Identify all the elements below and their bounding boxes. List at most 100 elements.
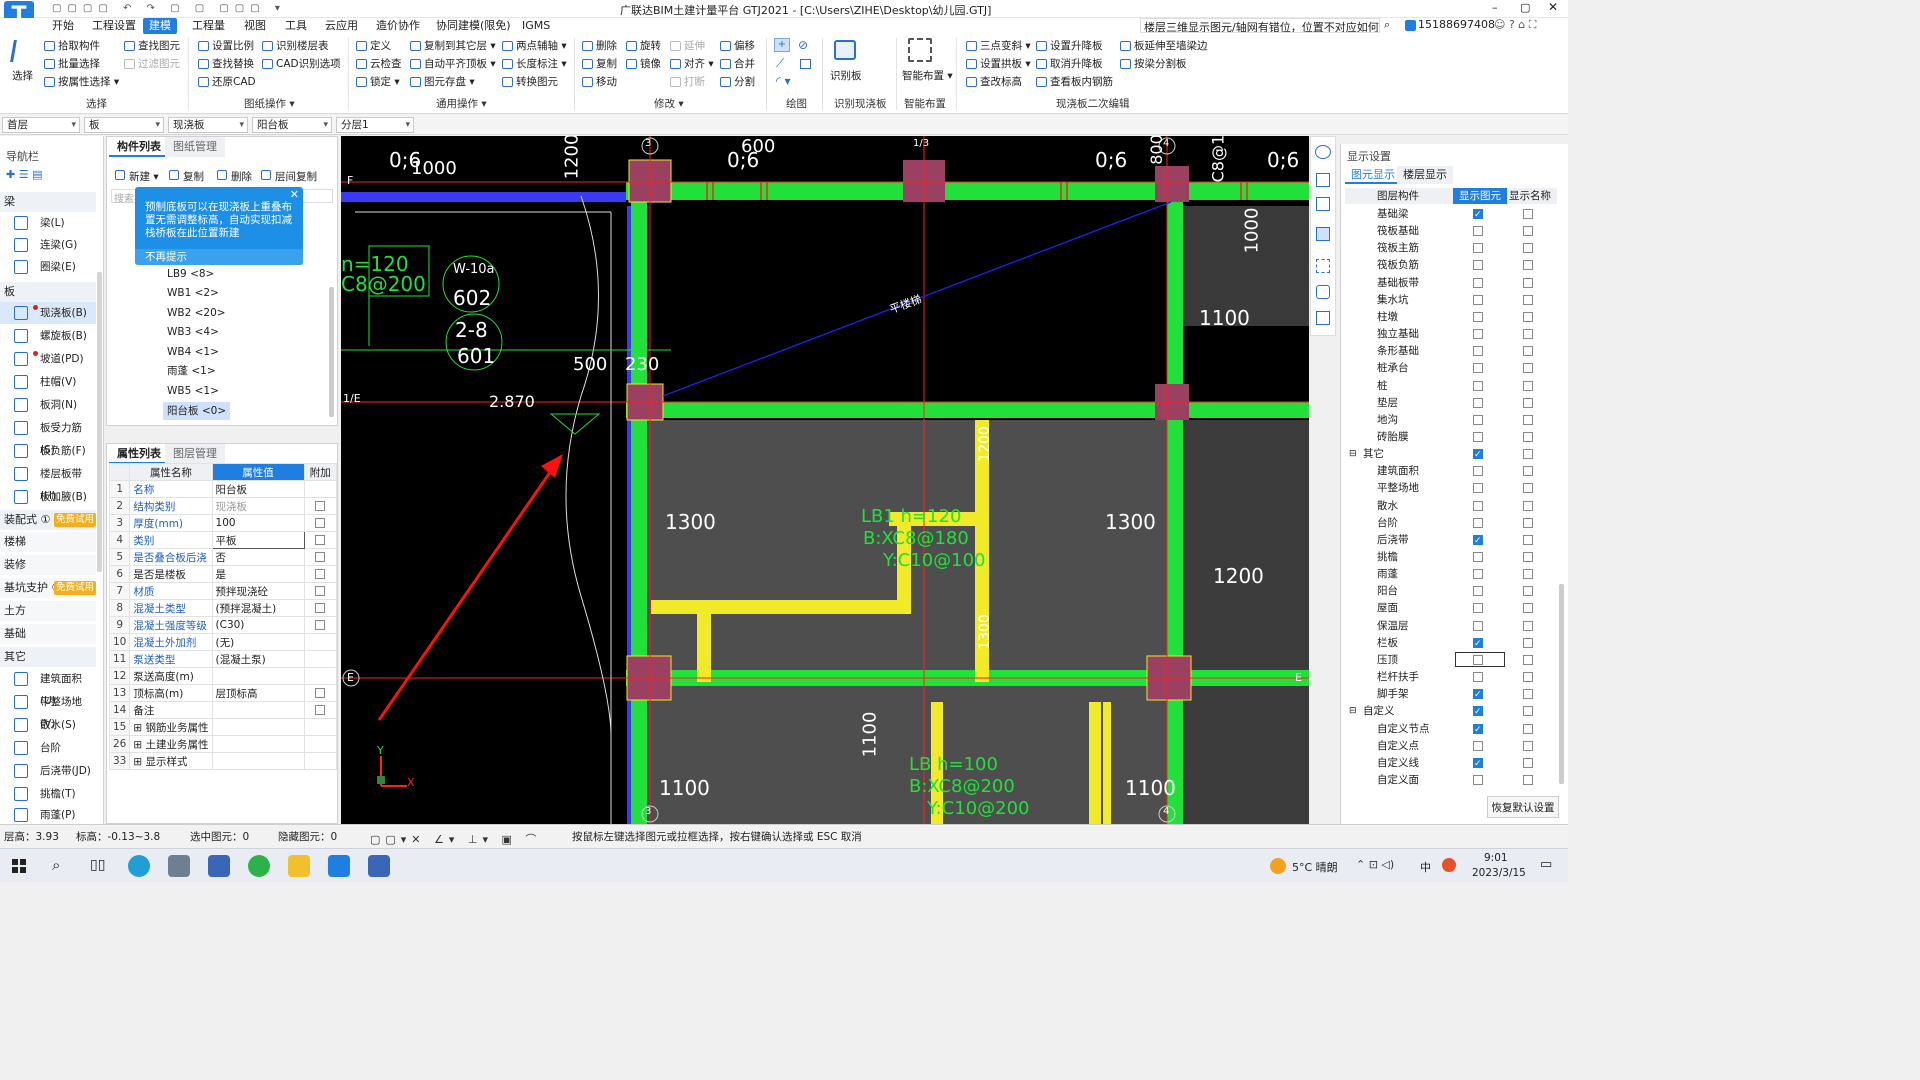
show-name-checkbox[interactable] bbox=[1523, 689, 1533, 700]
show-element-checkbox[interactable] bbox=[1473, 500, 1483, 511]
floor-select[interactable]: 首层 bbox=[2, 117, 80, 133]
nav-item-neg-rebar[interactable]: 板负筋(F) bbox=[0, 440, 96, 462]
attach-checkbox[interactable] bbox=[315, 705, 326, 715]
attach-checkbox[interactable] bbox=[315, 518, 326, 528]
table-row[interactable]: 33 ⊞ 显示样式 bbox=[108, 752, 338, 770]
list-item[interactable]: WB1 <2> bbox=[163, 284, 223, 302]
find-element-button[interactable]: 查找图元 bbox=[124, 38, 180, 54]
lock-button[interactable]: 锁定 ▾ bbox=[356, 74, 400, 90]
cad-options-button[interactable]: CAD识别选项 bbox=[262, 56, 341, 72]
beam[interactable] bbox=[1167, 182, 1183, 824]
list-item-selected[interactable]: 阳台板 <0> bbox=[163, 402, 231, 420]
align-button[interactable]: 对齐 ▾ bbox=[670, 56, 714, 72]
show-element-checkbox[interactable] bbox=[1473, 277, 1483, 288]
table-row[interactable]: 14 备注 bbox=[108, 701, 338, 719]
display-row[interactable]: 条形基础 bbox=[1345, 343, 1555, 360]
trial-badge[interactable]: 免费试用 bbox=[54, 581, 96, 595]
help-question[interactable]: 楼层三维显示图元/轴网有错位，位置不对应如何处理？ bbox=[1140, 18, 1380, 33]
tab-drawing-manage[interactable]: 图纸管理 bbox=[165, 137, 225, 157]
show-element-checkbox[interactable] bbox=[1473, 294, 1483, 305]
show-name-checkbox[interactable] bbox=[1523, 414, 1533, 425]
attach-checkbox[interactable] bbox=[315, 552, 326, 562]
select-by-attr-button[interactable]: 按属性选择 ▾ bbox=[44, 74, 119, 90]
tab-layer-manage[interactable]: 图层管理 bbox=[165, 444, 225, 464]
new-button[interactable]: 新建 ▾ bbox=[115, 169, 159, 184]
quick-access-toolbar[interactable]: ▢▢▢▢ ↶ ↷ ▢ ▢ ▢▢▢ ▾ bbox=[52, 3, 342, 15]
sogou-icon[interactable] bbox=[1442, 858, 1456, 872]
explorer-icon[interactable] bbox=[288, 855, 310, 877]
show-name-checkbox[interactable] bbox=[1523, 740, 1533, 751]
display-row[interactable]: 自定义线 bbox=[1345, 755, 1555, 773]
nav-item-eave[interactable]: 挑檐(T) bbox=[0, 783, 96, 805]
prop-value[interactable]: 预拌现浇砼 bbox=[211, 582, 305, 600]
show-element-checkbox[interactable] bbox=[1473, 722, 1483, 739]
table-row[interactable]: 4 类别 平板 bbox=[108, 531, 338, 549]
nav-item-steps[interactable]: 台阶 bbox=[0, 737, 96, 759]
menu-view[interactable]: 视图 bbox=[244, 18, 266, 34]
display-row[interactable]: 基础板带 bbox=[1345, 275, 1555, 292]
restore-cad-button[interactable]: 还原CAD bbox=[198, 74, 256, 90]
show-element-checkbox[interactable] bbox=[1473, 243, 1483, 254]
nav-item-slab-band[interactable]: 楼层板带(H) bbox=[0, 463, 96, 502]
show-name-checkbox[interactable] bbox=[1523, 466, 1533, 477]
show-element-checkbox[interactable] bbox=[1473, 756, 1483, 773]
show-name-checkbox[interactable] bbox=[1523, 620, 1533, 631]
prop-value[interactable]: (C30) bbox=[211, 616, 305, 634]
show-name-checkbox[interactable] bbox=[1523, 500, 1533, 511]
length-dim-button[interactable]: 长度标注 ▾ bbox=[502, 56, 567, 72]
view-rebar-button[interactable]: 查看板内钢筋 bbox=[1036, 74, 1113, 90]
split-button[interactable]: 分割 bbox=[720, 74, 755, 90]
menu-cost[interactable]: 造价协作 bbox=[376, 18, 420, 34]
trial-badge[interactable]: 免费试用 bbox=[54, 513, 96, 527]
show-name-checkbox[interactable] bbox=[1523, 706, 1533, 717]
set-arch-button[interactable]: 设置拱板 ▾ bbox=[966, 56, 1031, 72]
display-scrollbar[interactable] bbox=[1559, 584, 1564, 784]
show-name-checkbox[interactable] bbox=[1523, 654, 1533, 665]
convert-element-button[interactable]: 转换图元 bbox=[502, 74, 558, 90]
nav-item-haunch[interactable]: 板加腋(B) bbox=[0, 486, 96, 508]
nav-item-cast-slab[interactable]: 现浇板(B) bbox=[0, 302, 96, 324]
calculator-icon[interactable] bbox=[168, 855, 190, 877]
show-name-checkbox[interactable] bbox=[1523, 603, 1533, 614]
edit-elev-button[interactable]: 查改标高 bbox=[966, 74, 1022, 90]
show-name-checkbox[interactable] bbox=[1523, 277, 1533, 288]
cancel-lift-button[interactable]: 取消升降板 bbox=[1036, 56, 1103, 72]
cloud-check-button[interactable]: 云检查 bbox=[356, 56, 402, 72]
table-row[interactable]: 5 是否叠合板后浇 否 bbox=[108, 548, 338, 566]
show-name-checkbox[interactable] bbox=[1523, 243, 1533, 254]
show-name-checkbox[interactable] bbox=[1523, 329, 1533, 340]
list-item[interactable]: WB5 <1> bbox=[163, 382, 223, 400]
search-icon[interactable]: ⌕ bbox=[1384, 18, 1390, 32]
component-select[interactable]: 阳台板 bbox=[252, 117, 332, 133]
maximize-button[interactable]: ▢ bbox=[1520, 1, 1530, 14]
break-button[interactable]: 打断 bbox=[670, 74, 705, 90]
show-element-checkbox[interactable] bbox=[1473, 586, 1483, 597]
show-name-checkbox[interactable] bbox=[1523, 757, 1533, 768]
display-row[interactable]: 屋面 bbox=[1345, 600, 1555, 617]
display-row[interactable]: 栏杆扶手 bbox=[1345, 669, 1555, 686]
group-modify-label[interactable]: 修改 ▾ bbox=[654, 96, 684, 111]
floor-copy-button[interactable]: 层间复制 bbox=[261, 169, 317, 184]
select-big-icon[interactable] bbox=[10, 40, 30, 62]
clock-time[interactable]: 9:01 bbox=[1484, 852, 1508, 864]
table-row[interactable]: 10 混凝土外加剂 (无) bbox=[108, 633, 338, 651]
display-row[interactable]: 地沟 bbox=[1345, 412, 1555, 429]
table-row[interactable]: 6 是否是楼板 是 bbox=[108, 565, 338, 583]
copy-to-floor-button[interactable]: 复制到其它层 ▾ bbox=[410, 38, 496, 54]
ime-indicator[interactable]: 中 bbox=[1420, 859, 1431, 875]
prop-value[interactable]: 层顶标高 bbox=[211, 684, 305, 702]
beam[interactable] bbox=[631, 182, 647, 824]
attach-checkbox[interactable] bbox=[315, 620, 326, 630]
display-row[interactable]: 柱墩 bbox=[1345, 309, 1555, 326]
category-select[interactable]: 板 bbox=[84, 117, 164, 133]
show-name-checkbox[interactable] bbox=[1523, 346, 1533, 357]
prop-value[interactable] bbox=[211, 701, 305, 719]
show-element-checkbox[interactable] bbox=[1473, 483, 1483, 494]
display-row[interactable]: 自定义点 bbox=[1345, 738, 1555, 755]
show-name-checkbox[interactable] bbox=[1523, 397, 1533, 408]
type-select[interactable]: 现浇板 bbox=[168, 117, 248, 133]
auto-align-top-button[interactable]: 自动平齐顶板 ▾ bbox=[410, 56, 496, 72]
display-row[interactable]: 垫层 bbox=[1345, 395, 1555, 412]
menu-igms[interactable]: IGMS bbox=[522, 18, 550, 34]
display-row[interactable]: 后浇带 bbox=[1345, 532, 1555, 550]
